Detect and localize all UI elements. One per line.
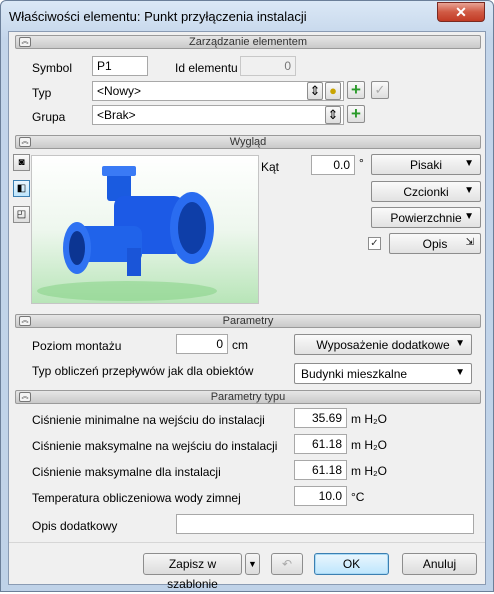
param-label: Temperatura obliczeniowa wody zimnej [32,491,241,505]
extra-desc-input[interactable] [176,514,474,534]
desc-checkbox[interactable]: ✓ [368,237,381,250]
dialog-window: Właściwości elementu: Punkt przyłączenia… [0,0,494,592]
extra-equipment-dropdown[interactable]: Wyposażenie dodatkowe ▼ [294,334,472,355]
bulb-icon[interactable]: ● [325,82,341,100]
param-input[interactable]: 61.18 [294,460,347,480]
cancel-button[interactable]: Anuluj [402,553,477,575]
dialog-body: ︽ Zarządzanie elementem Symbol P1 Id ele… [8,31,486,591]
camera-icon[interactable]: ◙ [13,154,30,171]
save-template-button[interactable]: Zapisz w szablonie [143,553,242,591]
undo-icon: ↶ [271,553,303,575]
flow-label: Typ obliczeń przepływów jak dla obiektów [32,364,254,378]
open-icon: ⇲ [465,237,474,248]
angle-input[interactable]: 0.0 [311,155,355,175]
section-manage-title: Zarządzanie elementem [188,36,307,48]
pens-label: Pisaki [409,158,442,172]
param-unit: m H₂O [351,464,387,478]
desc-button[interactable]: Opis ⇲ [389,233,481,254]
mount-label: Poziom montażu [32,339,122,353]
param-unit: °C [351,490,365,504]
title-bar[interactable]: Właściwości elementu: Punkt przyłączenia… [1,1,493,31]
id-input: 0 [240,56,296,76]
fonts-label: Czcionki [403,185,449,199]
param-input[interactable]: 61.18 [294,434,347,454]
view-3d-icon[interactable]: ◧ [13,180,30,197]
pens-dropdown[interactable]: Pisaki ▼ [371,154,481,175]
param-unit: m H₂O [351,412,387,426]
section-look-header[interactable]: ︽ Wygląd [15,135,481,149]
cube-icon[interactable]: ◰ [13,206,30,223]
fonts-dropdown[interactable]: Czcionki ▼ [371,181,481,202]
symbol-label: Symbol [32,61,73,75]
type-label: Typ [32,86,52,100]
valve-image [37,166,217,301]
window-title: Właściwości elementu: Punkt przyłączenia… [9,9,307,24]
dropdown-arrow-icon: ▼ [455,367,465,378]
add-type-icon[interactable]: + [347,81,365,99]
angle-unit: ° [359,156,364,170]
mount-unit: cm [232,338,248,352]
close-button[interactable]: ✕ [437,2,485,22]
section-params-title: Parametry [222,315,274,327]
dropdown-arrow-icon: ▼ [455,338,465,349]
extra-desc-label: Opis dodatkowy [32,519,118,533]
group-input[interactable]: <Brak> [92,105,344,125]
param-label: Ciśnienie minimalne na wejściu do instal… [32,413,265,427]
edit-group-icon[interactable]: ⇕ [325,106,341,124]
param-input[interactable]: 35.69 [294,408,347,428]
extra-equipment-label: Wyposażenie dodatkowe [316,338,450,352]
param-label: Ciśnienie maksymalne na wejściu do insta… [32,439,278,453]
desc-button-label: Opis [422,237,448,251]
element-preview [31,155,259,304]
dropdown-arrow-icon: ▼ [464,185,474,196]
section-type-params-header[interactable]: ︽ Parametry typu [15,390,481,404]
section-manage-header[interactable]: ︽ Zarządzanie elementem [15,35,481,49]
symbol-input[interactable]: P1 [92,56,148,76]
ok-button[interactable]: OK [314,553,389,575]
mount-input[interactable]: 0 [176,334,228,354]
flow-type-value: Budynki mieszkalne [301,367,408,381]
section-params-header[interactable]: ︽ Parametry [15,314,481,328]
footer-divider [9,542,485,543]
flow-type-select[interactable]: Budynki mieszkalne ▼ [294,363,472,384]
add-group-icon[interactable]: + [347,105,365,123]
section-type-params-title: Parametry typu [210,391,286,403]
check-icon: ✓ [371,81,389,99]
param-unit: m H₂O [351,438,387,452]
dropdown-arrow-icon: ▼ [464,211,474,222]
group-label: Grupa [32,110,66,124]
param-label: Ciśnienie maksymalne dla instalacji [32,465,221,479]
angle-label: Kąt [261,160,280,174]
section-look-title: Wygląd [229,136,267,148]
edit-type-icon[interactable]: ⇕ [307,82,323,100]
id-label: Id elementu [175,61,238,75]
param-input[interactable]: 10.0 [294,486,347,506]
save-template-dropdown-icon[interactable]: ▼ [245,553,260,575]
surfaces-label: Powierzchnie [390,211,462,225]
surfaces-dropdown[interactable]: Powierzchnie ▼ [371,207,481,228]
dropdown-arrow-icon: ▼ [464,158,474,169]
